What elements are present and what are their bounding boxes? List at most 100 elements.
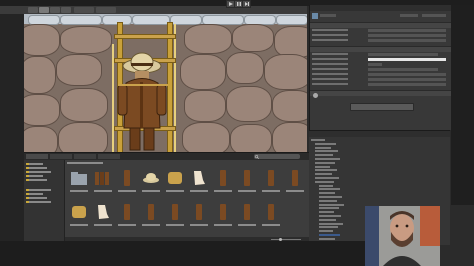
play-icon bbox=[228, 2, 233, 6]
sorting-layer-dropdown[interactable] bbox=[368, 78, 446, 81]
material-field[interactable] bbox=[368, 68, 438, 71]
asset-item[interactable] bbox=[261, 168, 281, 188]
inspector-tab[interactable] bbox=[310, 5, 451, 11]
plank-icon bbox=[220, 204, 226, 220]
project-tree-item[interactable] bbox=[29, 197, 47, 199]
breadcrumb[interactable] bbox=[67, 162, 103, 164]
asset-item[interactable] bbox=[141, 168, 161, 188]
presenter-webcam bbox=[365, 206, 440, 266]
explorer-character[interactable] bbox=[112, 48, 178, 152]
gameobject-name-field[interactable] bbox=[320, 14, 336, 17]
rotation-field[interactable] bbox=[368, 34, 446, 37]
hierarchy-row[interactable] bbox=[315, 169, 337, 172]
material-preview-header[interactable] bbox=[310, 90, 451, 96]
project-tree-item[interactable] bbox=[29, 171, 51, 173]
project-tree-item[interactable] bbox=[29, 179, 47, 181]
asset-item[interactable] bbox=[213, 168, 233, 188]
asset-item[interactable] bbox=[213, 202, 233, 222]
scale-field[interactable] bbox=[368, 39, 446, 42]
tab-sprites[interactable] bbox=[98, 154, 120, 159]
project-tab-strip bbox=[24, 153, 309, 160]
hierarchy-row[interactable] bbox=[315, 146, 331, 149]
asset-item[interactable] bbox=[141, 202, 161, 222]
hierarchy-row[interactable] bbox=[315, 142, 336, 145]
project-tree-item[interactable] bbox=[29, 175, 43, 177]
tab-console[interactable] bbox=[50, 154, 72, 159]
asset-label bbox=[70, 190, 88, 192]
hand-tool-button[interactable] bbox=[28, 7, 38, 13]
order-in-layer-field[interactable] bbox=[368, 83, 446, 86]
asset-item[interactable] bbox=[69, 202, 89, 222]
asset-item[interactable] bbox=[189, 168, 209, 188]
project-tree-item[interactable] bbox=[29, 167, 47, 169]
project-tree-item[interactable] bbox=[29, 201, 51, 203]
plank-icon bbox=[292, 170, 298, 186]
plank-icon bbox=[196, 204, 202, 220]
hierarchy-row[interactable] bbox=[315, 165, 330, 168]
asset-size-slider[interactable] bbox=[271, 239, 301, 240]
hierarchy-row[interactable] bbox=[319, 226, 338, 229]
asset-item[interactable] bbox=[93, 168, 113, 188]
global-toggle-button[interactable] bbox=[96, 7, 116, 13]
hierarchy-row[interactable] bbox=[319, 230, 333, 233]
position-field[interactable] bbox=[368, 29, 446, 32]
hierarchy-row[interactable] bbox=[319, 199, 337, 202]
static-dropdown[interactable] bbox=[400, 14, 418, 17]
asset-item[interactable] bbox=[69, 168, 89, 188]
scene-view[interactable] bbox=[24, 14, 307, 152]
hierarchy-row[interactable] bbox=[319, 192, 335, 195]
asset-item[interactable] bbox=[165, 168, 185, 188]
hierarchy-row[interactable] bbox=[315, 177, 339, 179]
color-field[interactable] bbox=[368, 58, 446, 61]
pivot-toggle-button[interactable] bbox=[74, 7, 94, 13]
hierarchy-row[interactable] bbox=[319, 215, 341, 217]
move-tool-button[interactable] bbox=[39, 7, 49, 13]
sprite-field[interactable] bbox=[368, 53, 438, 56]
layer-dropdown[interactable] bbox=[422, 14, 446, 17]
hierarchy-row[interactable] bbox=[319, 188, 340, 191]
rotate-tool-button[interactable] bbox=[50, 7, 60, 13]
hierarchy-row[interactable] bbox=[319, 196, 342, 198]
hierarchy-row[interactable] bbox=[319, 207, 339, 210]
hierarchy-row[interactable] bbox=[319, 203, 344, 206]
hierarchy-row[interactable] bbox=[319, 234, 340, 236]
search-input[interactable] bbox=[254, 154, 300, 159]
hierarchy-row[interactable] bbox=[319, 237, 335, 240]
wall-stone bbox=[24, 24, 60, 56]
hierarchy-tab[interactable] bbox=[309, 131, 450, 137]
hierarchy-row[interactable] bbox=[319, 211, 334, 214]
hierarchy-row[interactable] bbox=[315, 158, 340, 160]
project-tree-item[interactable] bbox=[29, 193, 43, 195]
hierarchy-row[interactable] bbox=[311, 139, 325, 141]
draw-mode-dropdown[interactable] bbox=[368, 73, 446, 76]
asset-item[interactable] bbox=[165, 202, 185, 222]
tab-project[interactable] bbox=[26, 154, 48, 159]
project-tree-item[interactable] bbox=[29, 163, 43, 165]
hierarchy-row[interactable] bbox=[319, 218, 336, 221]
step-button[interactable] bbox=[242, 0, 251, 8]
asset-item[interactable] bbox=[261, 202, 281, 222]
tab-animation[interactable] bbox=[74, 154, 96, 159]
asset-item[interactable] bbox=[93, 202, 113, 222]
hierarchy-row[interactable] bbox=[315, 150, 338, 153]
hierarchy-row[interactable] bbox=[319, 184, 333, 187]
asset-item[interactable] bbox=[189, 202, 209, 222]
hierarchy-row[interactable] bbox=[315, 173, 332, 176]
flip-field[interactable] bbox=[368, 63, 382, 66]
flip-row bbox=[312, 63, 449, 66]
add-component-button[interactable] bbox=[350, 103, 414, 111]
scale-tool-button[interactable] bbox=[61, 7, 71, 13]
sprite-row bbox=[312, 53, 449, 56]
hierarchy-row[interactable] bbox=[315, 154, 333, 157]
asset-item[interactable] bbox=[117, 202, 137, 222]
hierarchy-row[interactable] bbox=[315, 180, 334, 183]
asset-item[interactable] bbox=[285, 168, 305, 188]
project-tree-item[interactable] bbox=[29, 189, 51, 191]
hierarchy-row[interactable] bbox=[319, 222, 343, 225]
asset-item[interactable] bbox=[117, 168, 137, 188]
sprite-renderer-header[interactable] bbox=[310, 46, 451, 52]
asset-item[interactable] bbox=[237, 168, 257, 188]
transform-component-header[interactable] bbox=[310, 22, 451, 28]
hierarchy-row[interactable] bbox=[315, 161, 335, 164]
asset-item[interactable] bbox=[237, 202, 257, 222]
